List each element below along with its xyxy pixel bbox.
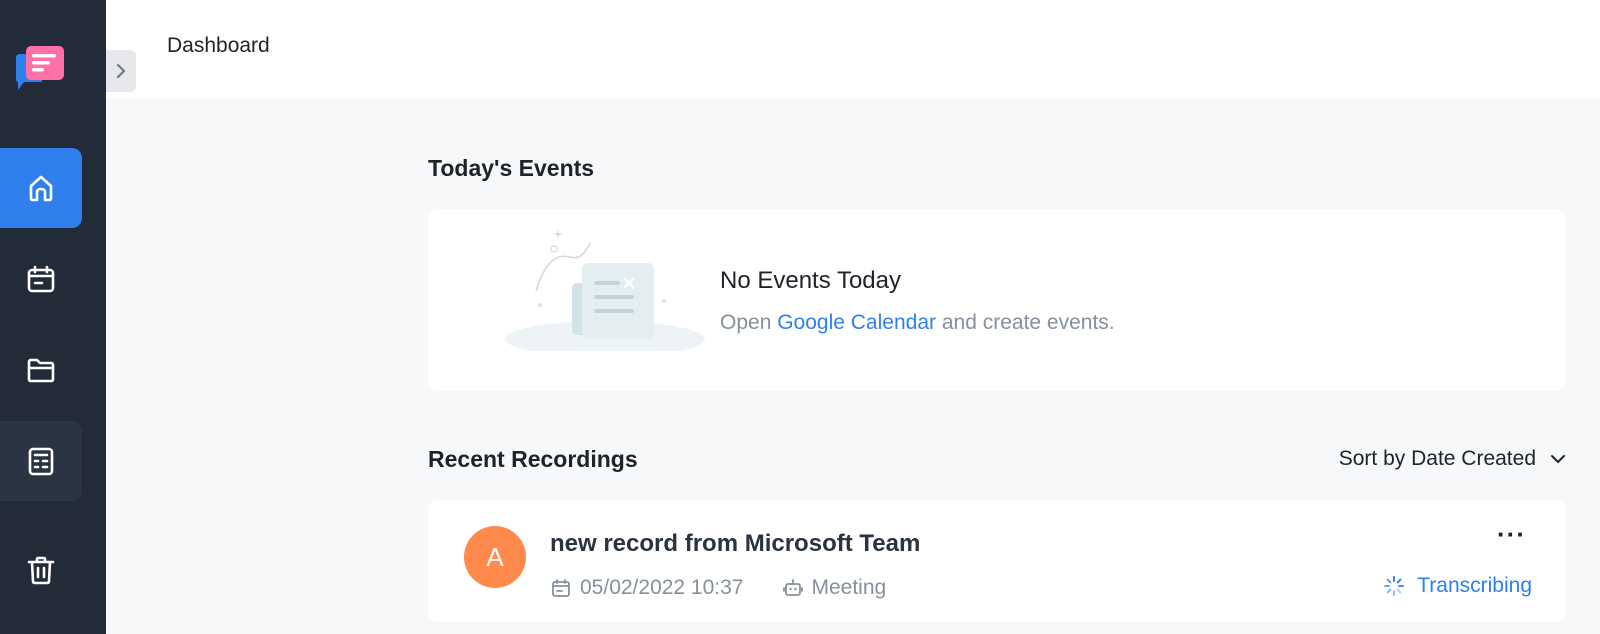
calendar-edit-icon <box>552 579 570 597</box>
empty-events-illustration <box>500 221 710 357</box>
app: Dashboard Today's Events No Events Today… <box>0 0 1600 634</box>
no-events-subtitle: Open Google Calendar and create events. <box>720 311 1115 335</box>
recording-date: 05/02/2022 10:37 <box>550 576 744 600</box>
sort-dropdown[interactable]: Sort by Date Created <box>1339 447 1566 471</box>
sidebar-item-calendar[interactable] <box>0 239 82 319</box>
top-header: Dashboard <box>106 0 1600 98</box>
sidebar <box>0 0 106 634</box>
transcribing-status: Transcribing <box>1383 574 1532 598</box>
folder-icon <box>27 358 55 383</box>
recording-meta: 05/02/2022 10:37 Meeting <box>550 576 886 600</box>
calendar-icon <box>27 265 55 293</box>
chevron-right-icon <box>117 64 125 78</box>
avatar: A <box>464 526 526 588</box>
chevron-down-icon <box>1551 455 1565 463</box>
recording-title[interactable]: new record from Microsoft Team <box>550 530 920 558</box>
sort-label: Sort by Date Created <box>1338 447 1536 470</box>
sidebar-item-folder[interactable] <box>0 330 82 410</box>
events-card: No Events Today Open Google Calendar and… <box>428 209 1566 391</box>
no-events-title: No Events Today <box>720 267 901 294</box>
sidebar-item-home[interactable] <box>0 148 82 228</box>
sidebar-item-trash[interactable] <box>0 530 82 610</box>
page-title: Dashboard <box>167 34 270 57</box>
todays-events-heading: Today's Events <box>428 155 595 181</box>
more-options-button[interactable]: ··· <box>1497 521 1526 547</box>
trash-icon <box>27 556 55 585</box>
recording-type-text: Meeting <box>811 576 887 599</box>
home-icon <box>29 175 53 202</box>
recording-card[interactable]: A new record from Microsoft Team 05/02/2… <box>428 500 1566 622</box>
robot-icon <box>782 579 803 596</box>
sidebar-expand-button[interactable] <box>106 50 136 92</box>
google-calendar-link[interactable]: Google Calendar <box>777 311 936 334</box>
status-text: Transcribing <box>1417 574 1532 597</box>
sidebar-item-notes[interactable] <box>0 421 82 501</box>
no-events-prefix: Open <box>720 311 772 334</box>
notes-icon <box>28 447 54 476</box>
recent-recordings-heading: Recent Recordings <box>428 446 638 472</box>
no-events-suffix: and create events. <box>941 311 1115 334</box>
loading-spinner-icon <box>1384 576 1405 596</box>
recording-date-text: 05/02/2022 10:37 <box>580 576 744 599</box>
app-logo[interactable] <box>12 42 68 94</box>
recording-type: Meeting <box>782 576 887 600</box>
